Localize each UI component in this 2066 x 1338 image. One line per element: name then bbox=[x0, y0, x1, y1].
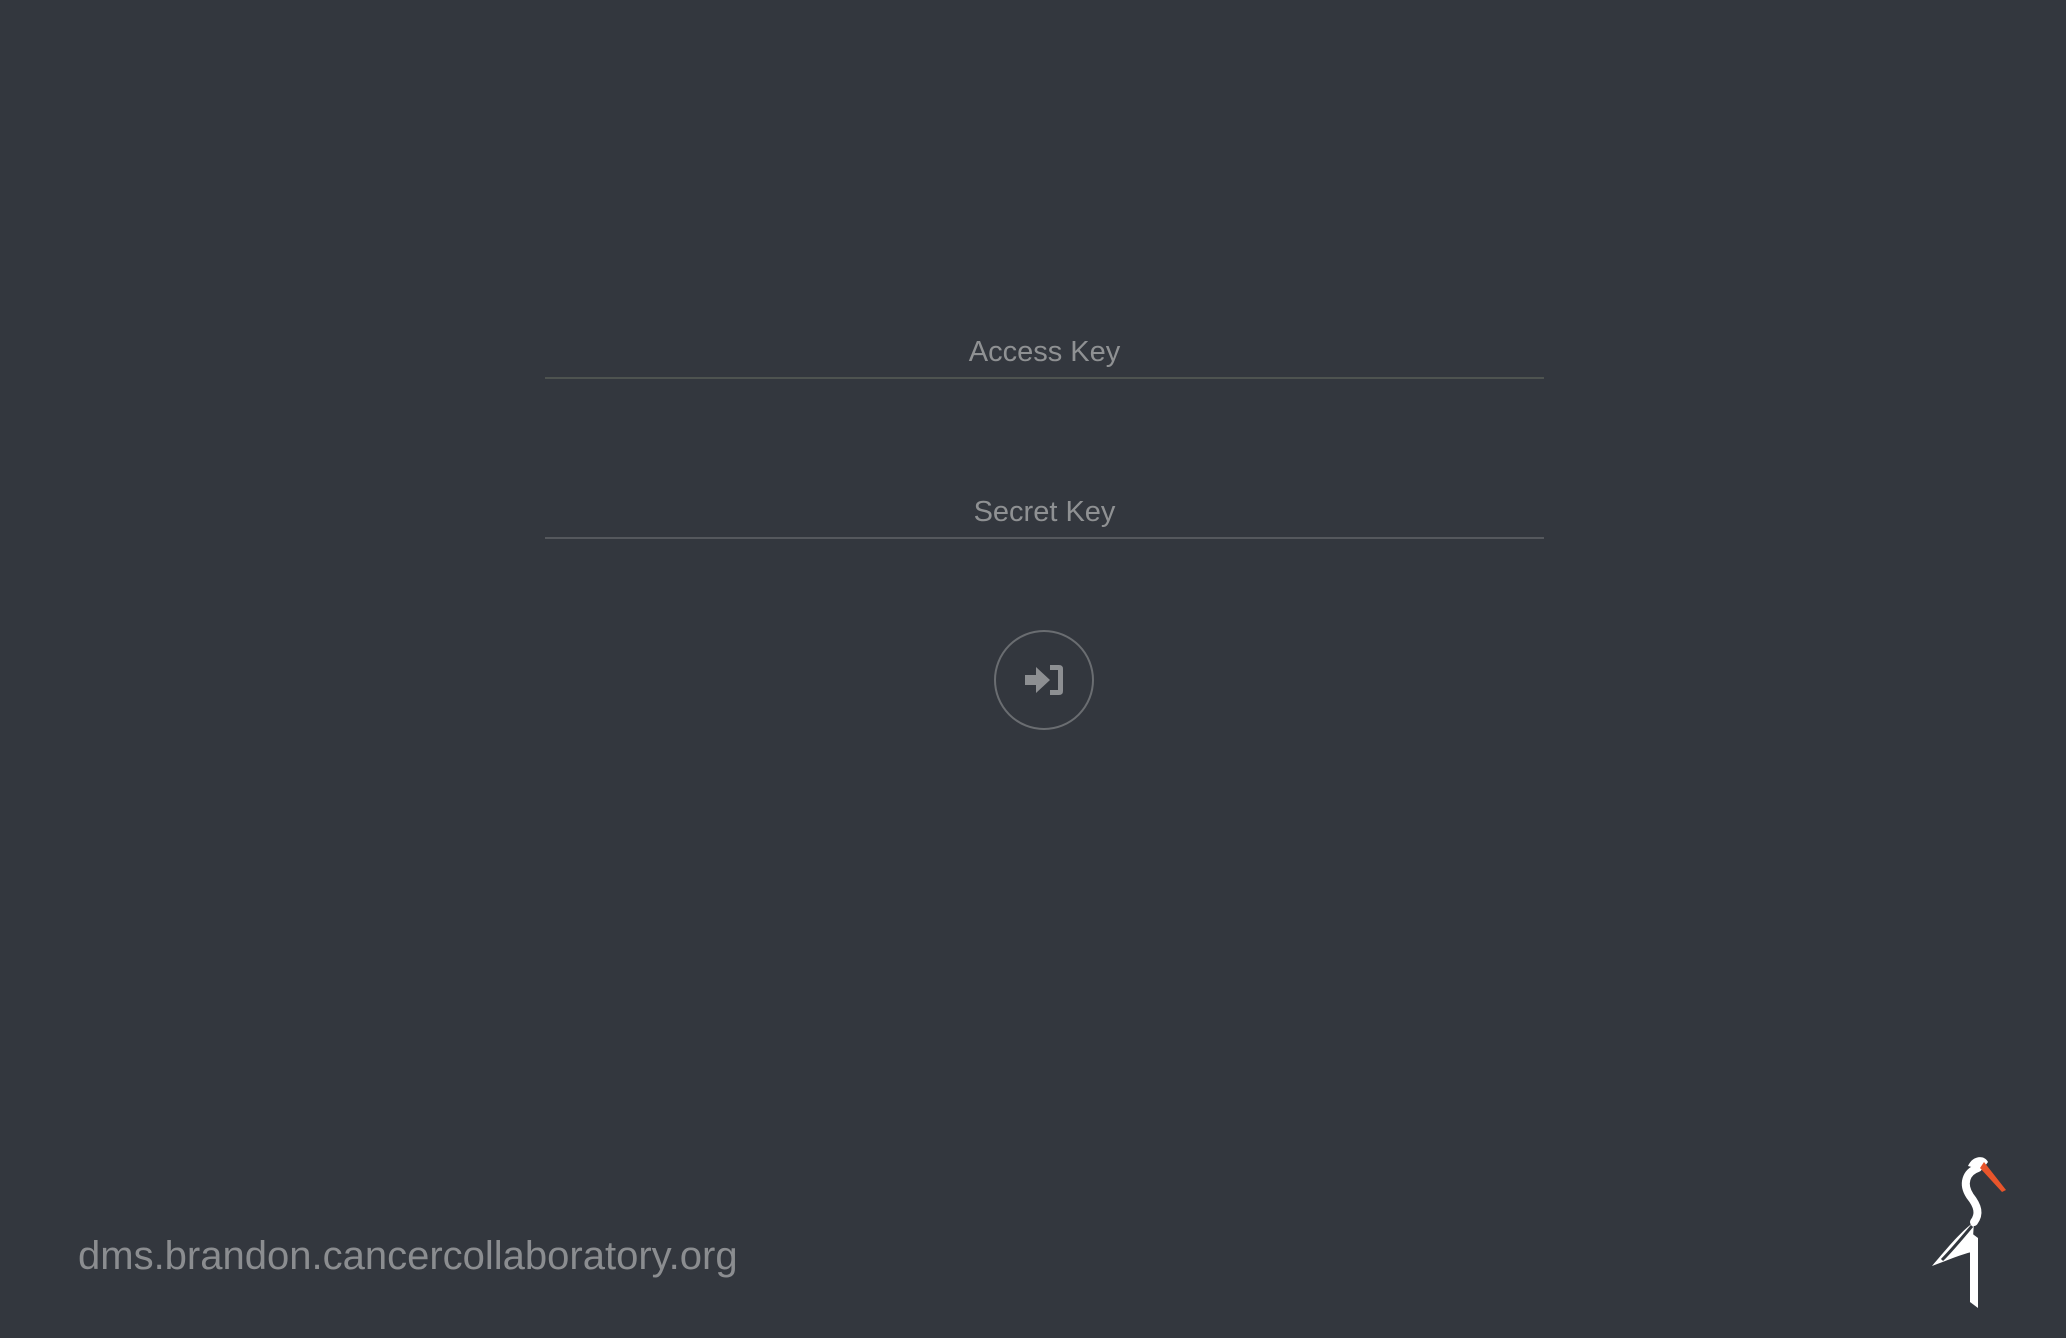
secret-key-input[interactable] bbox=[545, 479, 1544, 537]
access-key-input[interactable] bbox=[545, 319, 1544, 377]
sign-in-icon bbox=[1023, 662, 1065, 698]
access-key-field[interactable] bbox=[545, 319, 1544, 379]
login-button[interactable] bbox=[994, 630, 1094, 730]
secret-key-field[interactable] bbox=[545, 479, 1544, 539]
host-name: dms.brandon.cancercollaboratory.org bbox=[78, 1234, 738, 1278]
minio-crane-logo-icon bbox=[1922, 1148, 2012, 1308]
